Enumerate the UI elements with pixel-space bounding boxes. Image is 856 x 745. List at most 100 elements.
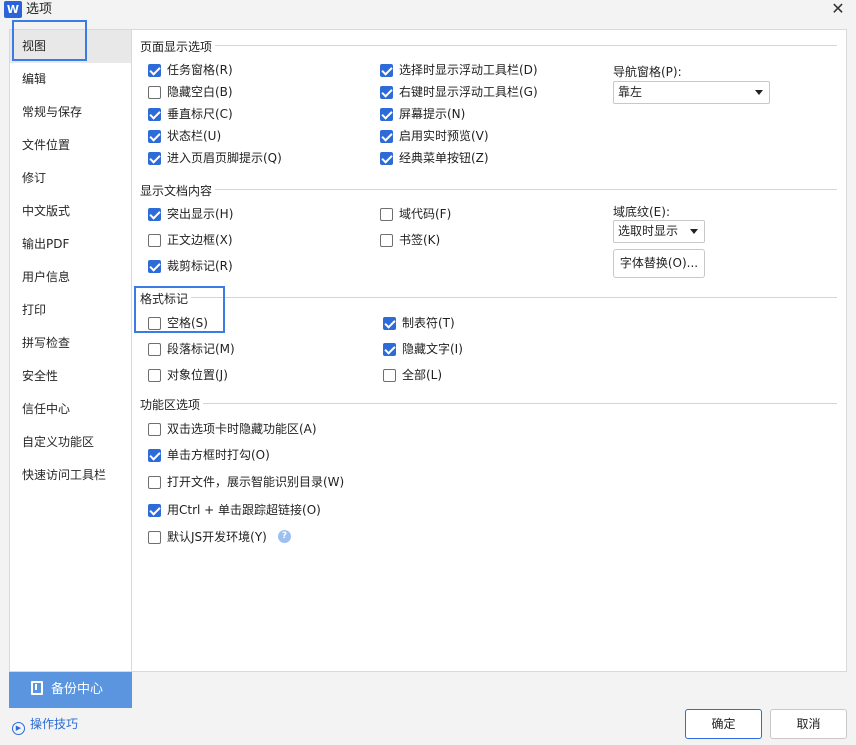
checkbox-box[interactable] xyxy=(148,259,161,273)
sidebar-item-print[interactable]: 打印 xyxy=(10,294,131,327)
field-shading-label: 域底纹(E): xyxy=(613,205,670,219)
checkbox-box[interactable] xyxy=(380,207,393,221)
checkbox-box[interactable] xyxy=(380,85,393,99)
sidebar-item-quick-access-toolbar[interactable]: 快速访问工具栏 xyxy=(10,459,131,492)
backup-icon xyxy=(31,681,43,695)
checkbox-box[interactable] xyxy=(383,342,396,356)
sidebar-item-view[interactable]: 视图 xyxy=(10,30,131,63)
checkbox-box[interactable] xyxy=(148,530,161,544)
checkbox-box[interactable] xyxy=(148,107,161,121)
group-divider xyxy=(202,403,837,404)
options-dialog: W 选项 ✕ 视图 编辑 常规与保存 文件位置 修订 中文版式 输出PDF 用户… xyxy=(0,0,856,745)
checkbox-label: 屏幕提示(N) xyxy=(399,107,466,121)
group-divider xyxy=(188,297,837,298)
checkbox-box[interactable] xyxy=(148,503,161,517)
checkbox-box[interactable] xyxy=(383,368,396,382)
checkbox-label: 进入页眉页脚提示(Q) xyxy=(167,151,282,165)
sidebar-item-file-locations[interactable]: 文件位置 xyxy=(10,129,131,162)
sidebar-item-export-pdf[interactable]: 输出PDF xyxy=(10,228,131,261)
checkbox-box[interactable] xyxy=(383,316,396,330)
checkbox-hidden-text[interactable]: 隐藏文字(I) xyxy=(383,340,463,358)
checkbox-tab-chars[interactable]: 制表符(T) xyxy=(383,314,455,332)
checkbox-highlight[interactable]: 突出显示(H) xyxy=(148,205,233,223)
backup-center-button[interactable]: 备份中心 xyxy=(9,672,132,708)
checkbox-float-toolbar-select[interactable]: 选择时显示浮动工具栏(D) xyxy=(380,61,538,79)
title-bar: W 选项 ✕ xyxy=(0,0,856,20)
checkbox-label: 域代码(F) xyxy=(399,207,452,221)
checkbox-label: 对象位置(J) xyxy=(167,368,228,382)
checkbox-label: 全部(L) xyxy=(402,368,443,382)
sidebar-item-chinese-layout[interactable]: 中文版式 xyxy=(10,195,131,228)
checkbox-box[interactable] xyxy=(148,151,161,165)
checkbox-header-footer-hint[interactable]: 进入页眉页脚提示(Q) xyxy=(148,149,282,167)
checkbox-box[interactable] xyxy=(148,316,161,330)
checkbox-dblclick-hide-ribbon[interactable]: 双击选项卡时隐藏功能区(A) xyxy=(148,420,317,438)
chevron-down-icon xyxy=(755,90,763,95)
checkbox-text-boundaries[interactable]: 正文边框(X) xyxy=(148,231,233,249)
checkbox-screen-tips[interactable]: 屏幕提示(N) xyxy=(380,105,465,123)
checkbox-label: 空格(S) xyxy=(167,316,208,330)
checkbox-box[interactable] xyxy=(148,475,161,489)
checkbox-live-preview[interactable]: 启用实时预览(V) xyxy=(380,127,489,145)
sidebar-item-spell-check[interactable]: 拼写检查 xyxy=(10,327,131,360)
checkbox-field-codes[interactable]: 域代码(F) xyxy=(380,205,451,223)
sidebar-item-general-save[interactable]: 常规与保存 xyxy=(10,96,131,129)
checkbox-label: 书签(K) xyxy=(399,233,441,247)
sidebar-item-customize-ribbon[interactable]: 自定义功能区 xyxy=(10,426,131,459)
checkbox-label: 状态栏(U) xyxy=(167,129,222,143)
sidebar-item-user-info[interactable]: 用户信息 xyxy=(10,261,131,294)
checkbox-label: 制表符(T) xyxy=(402,316,455,330)
checkbox-paragraph-marks[interactable]: 段落标记(M) xyxy=(148,340,235,358)
cancel-button[interactable]: 取消 xyxy=(770,709,847,739)
checkbox-js-dev-env[interactable]: 默认JS开发环境(Y) xyxy=(148,528,267,546)
checkbox-box[interactable] xyxy=(148,422,161,436)
field-shading-select[interactable]: 选取时显示 xyxy=(613,220,705,243)
checkbox-ctrl-click-link[interactable]: 用Ctrl + 单击跟踪超链接(O) xyxy=(148,501,321,519)
checkbox-status-bar[interactable]: 状态栏(U) xyxy=(148,127,221,145)
checkbox-classic-menu[interactable]: 经典菜单按钮(Z) xyxy=(380,149,489,167)
checkbox-box[interactable] xyxy=(148,63,161,77)
nav-pane-select[interactable]: 靠左 xyxy=(613,81,770,104)
checkbox-box[interactable] xyxy=(148,448,161,462)
checkbox-bookmarks[interactable]: 书签(K) xyxy=(380,231,440,249)
checkbox-box[interactable] xyxy=(380,151,393,165)
checkbox-crop-marks[interactable]: 裁剪标记(R) xyxy=(148,257,233,275)
checkbox-float-toolbar-rightclick[interactable]: 右键时显示浮动工具栏(G) xyxy=(380,83,538,101)
close-icon[interactable]: ✕ xyxy=(830,0,846,18)
chevron-down-icon xyxy=(690,229,698,234)
window-title: 选项 xyxy=(26,2,53,17)
checkbox-box[interactable] xyxy=(148,85,161,99)
checkbox-label: 启用实时预览(V) xyxy=(399,129,489,143)
nav-pane-label: 导航窗格(P): xyxy=(613,65,682,79)
checkbox-label: 隐藏空白(B) xyxy=(167,85,233,99)
sidebar-item-revision[interactable]: 修订 xyxy=(10,162,131,195)
checkbox-box[interactable] xyxy=(380,63,393,77)
checkbox-label: 垂直标尺(C) xyxy=(167,107,233,121)
checkbox-box[interactable] xyxy=(380,233,393,247)
checkbox-smart-toc[interactable]: 打开文件，展示智能识别目录(W) xyxy=(148,473,344,491)
checkbox-task-pane[interactable]: 任务窗格(R) xyxy=(148,61,233,79)
checkbox-click-box-tick[interactable]: 单击方框时打勾(O) xyxy=(148,446,270,464)
checkbox-object-anchors[interactable]: 对象位置(J) xyxy=(148,366,228,384)
checkbox-spaces[interactable]: 空格(S) xyxy=(148,314,208,332)
sidebar-item-edit[interactable]: 编辑 xyxy=(10,63,131,96)
checkbox-hide-whitespace[interactable]: 隐藏空白(B) xyxy=(148,83,233,101)
font-replace-button[interactable]: 字体替换(O)... xyxy=(613,249,705,278)
checkbox-box[interactable] xyxy=(148,129,161,143)
checkbox-label: 经典菜单按钮(Z) xyxy=(399,151,489,165)
tips-link[interactable]: ▶ 操作技巧 xyxy=(12,716,78,735)
checkbox-vertical-ruler[interactable]: 垂直标尺(C) xyxy=(148,105,233,123)
checkbox-box[interactable] xyxy=(148,233,161,247)
ok-button[interactable]: 确定 xyxy=(685,709,762,739)
checkbox-box[interactable] xyxy=(148,368,161,382)
checkbox-box[interactable] xyxy=(380,107,393,121)
sidebar-item-security[interactable]: 安全性 xyxy=(10,360,131,393)
group-divider xyxy=(214,45,837,46)
checkbox-box[interactable] xyxy=(148,342,161,356)
field-shading-value: 选取时显示 xyxy=(618,224,679,238)
sidebar-item-trust-center[interactable]: 信任中心 xyxy=(10,393,131,426)
help-icon[interactable]: ? xyxy=(278,530,291,543)
checkbox-box[interactable] xyxy=(148,207,161,221)
checkbox-box[interactable] xyxy=(380,129,393,143)
checkbox-all-marks[interactable]: 全部(L) xyxy=(383,366,442,384)
